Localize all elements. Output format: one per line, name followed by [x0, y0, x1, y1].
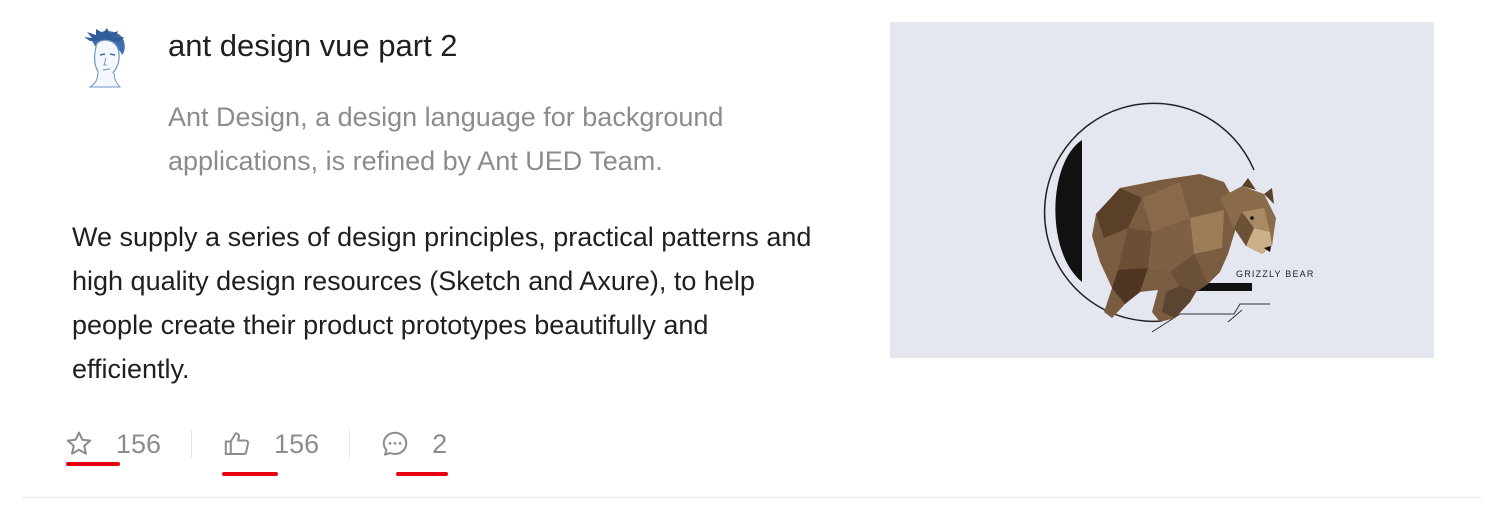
- like-icon: [224, 432, 250, 455]
- star-count: 156: [116, 428, 162, 459]
- item-content: We supply a series of design principles,…: [72, 222, 812, 384]
- list-item-divider: [22, 497, 1482, 498]
- like-count: 156: [274, 428, 320, 459]
- action-divider: [349, 430, 351, 458]
- comment-count: 2: [432, 428, 448, 459]
- grizzly-bear-illustration-icon: [1043, 102, 1276, 333]
- like-action[interactable]: 156: [222, 429, 319, 460]
- item-title[interactable]: ant design vue part 2: [168, 26, 458, 66]
- avatar[interactable]: [76, 27, 132, 89]
- message-icon: [382, 431, 408, 456]
- avatar-portrait-icon: [84, 28, 125, 88]
- annotation-underline-star: [66, 462, 120, 466]
- star-icon: [66, 431, 92, 455]
- cover-caption: GRIZZLY BEAR: [1236, 269, 1315, 279]
- annotation-underline-like: [222, 472, 278, 476]
- item-description: Ant Design, a design language for backgr…: [168, 102, 724, 176]
- cover-image[interactable]: GRIZZLY BEAR: [890, 22, 1434, 358]
- comment-action[interactable]: 2: [380, 429, 447, 460]
- annotation-underline-comment: [396, 472, 448, 476]
- star-action[interactable]: 156: [64, 429, 161, 460]
- action-divider: [191, 430, 193, 458]
- action-bar: 156 156 2: [64, 420, 447, 468]
